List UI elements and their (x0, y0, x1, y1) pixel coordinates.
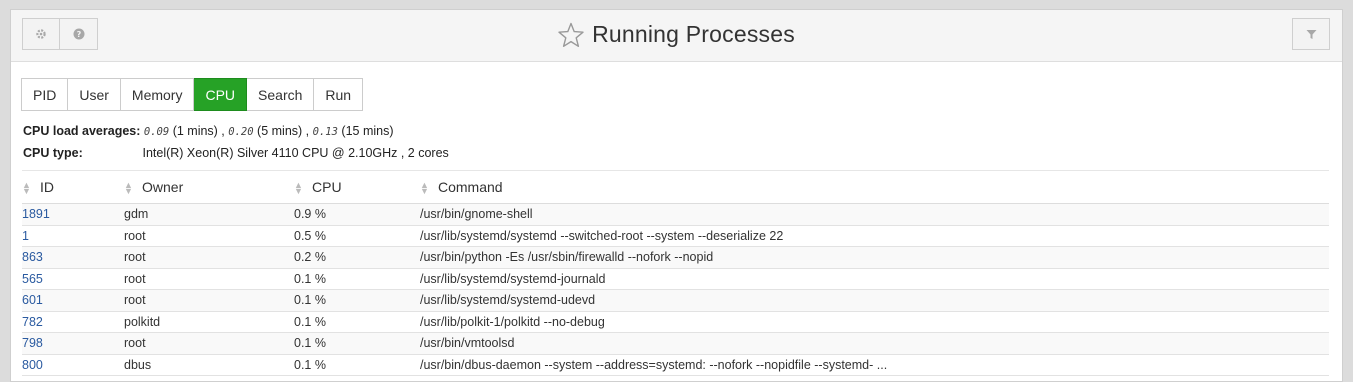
process-owner: root (124, 268, 294, 290)
processes-panel: ? Running Processes PID User Memory CPU … (10, 9, 1343, 382)
column-header-owner[interactable]: ▲ ▼ Owner (124, 170, 294, 204)
process-id-link[interactable]: 798 (22, 332, 124, 355)
table-row: 798 root 0.1 % /usr/bin/vmtoolsd (22, 332, 1329, 355)
column-header-command[interactable]: ▲ ▼ Command (420, 170, 1329, 204)
process-id-link[interactable]: 800 (22, 354, 124, 376)
cpu-type-label: CPU type: (23, 146, 83, 160)
process-owner: dbus (124, 354, 294, 376)
page-title: Running Processes (592, 21, 795, 47)
load-1min-suffix: (1 mins) , (172, 124, 225, 138)
process-table: ▲ ▼ ID ▲ ▼ Owner ▲ ▼ CPU ▲ ▼ Command 1891 gdm 0.… (22, 170, 1329, 376)
process-owner: root (124, 332, 294, 355)
table-row: 1 root 0.5 % /usr/lib/systemd/systemd --… (22, 225, 1329, 247)
process-cpu: 0.9 % (294, 203, 420, 226)
tab-bar: PID User Memory CPU Search Run (21, 78, 364, 111)
tab-pid[interactable]: PID (21, 78, 69, 111)
tab-search[interactable]: Search (247, 78, 315, 111)
process-cpu: 0.5 % (294, 225, 420, 247)
table-row: 1891 gdm 0.9 % /usr/bin/gnome-shell (22, 203, 1329, 226)
process-id-link[interactable]: 1 (22, 225, 124, 247)
process-owner: root (124, 246, 294, 269)
filter-icon (1306, 29, 1316, 39)
process-cpu: 0.1 % (294, 289, 420, 312)
column-header-id[interactable]: ▲ ▼ ID (22, 170, 124, 204)
sort-icon: ▲ ▼ (420, 180, 429, 197)
tab-memory[interactable]: Memory (120, 78, 195, 111)
table-row: 863 root 0.2 % /usr/bin/python -Es /usr/… (22, 246, 1329, 269)
load-5min: 0.20 (228, 126, 254, 138)
table-row: 565 root 0.1 % /usr/lib/systemd/systemd-… (22, 268, 1329, 290)
sort-icon: ▲ ▼ (294, 180, 303, 197)
load-15min-suffix: (15 mins) (341, 124, 394, 138)
sort-icon: ▲ ▼ (124, 180, 133, 197)
load-5min-suffix: (5 mins) , (257, 124, 310, 138)
table-row: 601 root 0.1 % /usr/lib/systemd/systemd-… (22, 289, 1329, 312)
process-command: /usr/bin/dbus-daemon --system --address=… (420, 354, 1329, 376)
process-owner: gdm (124, 203, 294, 226)
load-1min: 0.09 (143, 126, 170, 138)
cpu-type-value: Intel(R) Xeon(R) Silver 4110 CPU @ 2.10G… (142, 146, 449, 160)
process-id-link[interactable]: 782 (22, 311, 124, 333)
process-id-link[interactable]: 1891 (22, 203, 124, 226)
tab-run[interactable]: Run (314, 78, 364, 111)
cpu-type-line: CPU type: Intel(R) Xeon(R) Silver 4110 C… (23, 146, 449, 160)
table-row: 800 dbus 0.1 % /usr/bin/dbus-daemon --sy… (22, 354, 1329, 376)
process-owner: root (124, 225, 294, 247)
process-owner: root (124, 289, 294, 312)
cpu-load-line: CPU load averages: 0.09 (1 mins) , 0.20 … (23, 124, 394, 138)
process-command: /usr/lib/polkit-1/polkitd --no-debug (420, 311, 1329, 333)
star-icon[interactable] (558, 22, 584, 48)
process-id-link[interactable]: 863 (22, 246, 124, 269)
cpu-load-label: CPU load averages: (23, 124, 141, 138)
tab-user[interactable]: User (68, 78, 121, 111)
filter-button[interactable] (1292, 18, 1330, 50)
sort-icon: ▲ ▼ (22, 180, 31, 197)
process-command: /usr/lib/systemd/systemd --switched-root… (420, 225, 1329, 247)
table-header-row: ▲ ▼ ID ▲ ▼ Owner ▲ ▼ CPU ▲ ▼ Command (22, 170, 1329, 204)
process-id-link[interactable]: 565 (22, 268, 124, 290)
process-id-link[interactable]: 601 (22, 289, 124, 312)
process-command: /usr/lib/systemd/systemd-journald (420, 268, 1329, 290)
process-cpu: 0.1 % (294, 354, 420, 376)
load-15min: 0.13 (312, 126, 338, 138)
panel-header: ? Running Processes (11, 10, 1342, 62)
process-cpu: 0.1 % (294, 311, 420, 333)
process-command: /usr/bin/gnome-shell (420, 203, 1329, 226)
process-command: /usr/lib/systemd/systemd-udevd (420, 289, 1329, 312)
process-cpu: 0.1 % (294, 332, 420, 355)
process-command: /usr/bin/vmtoolsd (420, 332, 1329, 355)
tab-cpu[interactable]: CPU (194, 78, 248, 111)
process-cpu: 0.2 % (294, 246, 420, 269)
process-owner: polkitd (124, 311, 294, 333)
table-row: 782 polkitd 0.1 % /usr/lib/polkit-1/polk… (22, 311, 1329, 333)
process-cpu: 0.1 % (294, 268, 420, 290)
process-command: /usr/bin/python -Es /usr/sbin/firewalld … (420, 246, 1329, 269)
column-header-cpu[interactable]: ▲ ▼ CPU (294, 170, 420, 204)
title-area: Running Processes (11, 21, 1342, 48)
